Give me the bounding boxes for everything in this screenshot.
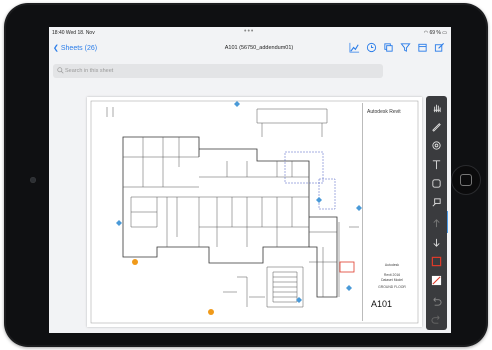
red-markup-rect[interactable] — [339, 261, 355, 273]
issue-pin[interactable] — [208, 309, 214, 315]
battery-icon: ▭ — [442, 30, 447, 36]
multitask-dots[interactable]: ••• — [244, 28, 254, 35]
edit-icon[interactable] — [434, 42, 445, 53]
arrow-down-icon[interactable] — [431, 237, 442, 248]
search-input[interactable]: Search in this sheet — [53, 64, 383, 78]
drawing-sheet[interactable]: Autodesk Revit Autodesk Revit 2016 Datas… — [87, 97, 422, 327]
title-block-project-1: Revit 2016 — [383, 273, 401, 277]
issue-pin[interactable] — [132, 259, 138, 265]
page-title: A101 (56750_addendum01) — [224, 45, 294, 51]
status-time: 18:40 Wed 18. Nov — [52, 30, 95, 36]
status-bar: 18:40 Wed 18. Nov ••• ◠ 69 % ▭ — [49, 27, 451, 39]
color-square-icon[interactable] — [431, 256, 442, 267]
camera — [30, 177, 36, 183]
wifi-icon: ◠ — [423, 30, 429, 36]
title-block-project-2: Dataset Model — [381, 278, 403, 282]
hand-icon[interactable] — [431, 102, 442, 113]
pen-icon[interactable] — [431, 121, 442, 132]
title-block-sheet-number: A101 — [371, 299, 393, 309]
arrow-up-icon[interactable] — [431, 218, 442, 229]
toolbar: ❮ Sheets (26) A101 (56750_addendum01) — [49, 39, 451, 59]
toolbar-icons — [349, 42, 445, 53]
undo-icon[interactable] — [431, 296, 442, 307]
title-block: Autodesk Revit Autodesk Revit 2016 Datas… — [362, 103, 421, 321]
redo-icon[interactable] — [431, 314, 442, 325]
markup-toolbar — [426, 96, 447, 330]
title-block-company: Autodesk — [384, 263, 400, 267]
search-placeholder: Search in this sheet — [65, 67, 114, 74]
screen: 18:40 Wed 18. Nov ••• ◠ 69 % ▭ ❮ Sheets (… — [49, 27, 451, 333]
back-button[interactable]: ❮ Sheets (26) — [53, 44, 97, 52]
calendar-icon[interactable] — [417, 42, 428, 53]
title-block-logo: Autodesk Revit — [367, 109, 401, 115]
text-icon[interactable] — [431, 159, 442, 170]
back-label: Sheets (26) — [60, 45, 98, 52]
callout-icon[interactable] — [431, 197, 442, 208]
home-button[interactable] — [451, 165, 481, 195]
shape-icon[interactable] — [431, 140, 442, 151]
title-block-sheet-name: GROUND FLOOR — [378, 285, 406, 289]
status-right: ◠ 69 % ▭ — [424, 30, 447, 36]
clock-icon[interactable] — [366, 42, 377, 53]
layers-icon[interactable] — [383, 42, 394, 53]
search-icon — [57, 67, 64, 74]
battery-text: 69 % — [429, 30, 441, 36]
color-slash-icon[interactable] — [431, 275, 442, 286]
chevron-left-icon: ❮ — [53, 45, 59, 52]
filter-icon[interactable] — [400, 42, 411, 53]
chart-icon[interactable] — [349, 42, 360, 53]
rectangle-icon[interactable] — [431, 178, 442, 189]
